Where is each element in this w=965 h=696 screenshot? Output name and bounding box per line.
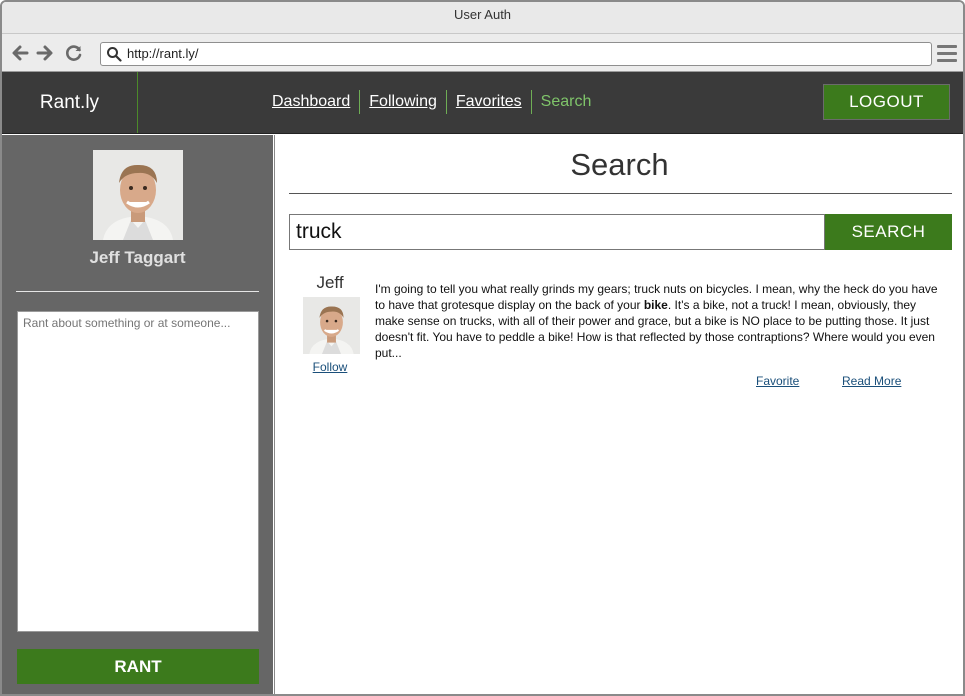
result-text: I'm going to tell you what really grinds… <box>375 281 943 361</box>
favorite-link[interactable]: Favorite <box>756 374 799 388</box>
user-avatar <box>93 150 183 240</box>
nav-following[interactable]: Following <box>359 90 446 114</box>
rant-input[interactable] <box>17 311 259 632</box>
search-button[interactable]: SEARCH <box>825 214 952 250</box>
search-icon <box>107 47 122 62</box>
logout-button[interactable]: LOGOUT <box>823 84 950 120</box>
nav-favorites[interactable]: Favorites <box>445 90 531 114</box>
app-header: Rant.ly Dashboard Following Favorites Se… <box>2 72 963 134</box>
read-more-link[interactable]: Read More <box>842 374 901 388</box>
sidebar-divider <box>16 291 259 292</box>
reload-icon[interactable] <box>64 43 84 63</box>
title-divider <box>289 193 952 194</box>
sidebar: Jeff Taggart RANT <box>2 135 273 694</box>
address-url: http://rant.ly/ <box>127 46 199 61</box>
main-content: Search SEARCH Jeff Follow I'm g <box>274 135 963 694</box>
address-bar[interactable]: http://rant.ly/ <box>100 42 932 66</box>
nav-dashboard[interactable]: Dashboard <box>272 90 359 114</box>
result-text-highlight: bike <box>643 298 668 312</box>
browser-window: User Auth http://rant.ly/ Rant.ly Dashbo… <box>0 0 965 696</box>
follow-link[interactable]: Follow <box>289 360 371 374</box>
search-input[interactable] <box>289 214 825 250</box>
rant-button[interactable]: RANT <box>17 649 259 684</box>
result-author-name[interactable]: Jeff <box>289 273 371 293</box>
user-name: Jeff Taggart <box>89 248 186 267</box>
nav-search[interactable]: Search <box>530 90 601 114</box>
search-result-item: Jeff Follow I'm going to tell you what r… <box>289 271 952 411</box>
window-title: User Auth <box>2 2 963 34</box>
brand-logo[interactable]: Rant.ly <box>2 72 138 133</box>
main-nav: Dashboard Following Favorites Search <box>272 90 600 114</box>
hamburger-menu-icon[interactable] <box>937 45 957 62</box>
browser-toolbar: http://rant.ly/ <box>2 34 963 72</box>
forward-arrow-icon[interactable] <box>35 43 55 63</box>
back-arrow-icon[interactable] <box>10 43 30 63</box>
result-author-avatar[interactable] <box>303 297 360 354</box>
page-title: Search <box>570 147 669 182</box>
